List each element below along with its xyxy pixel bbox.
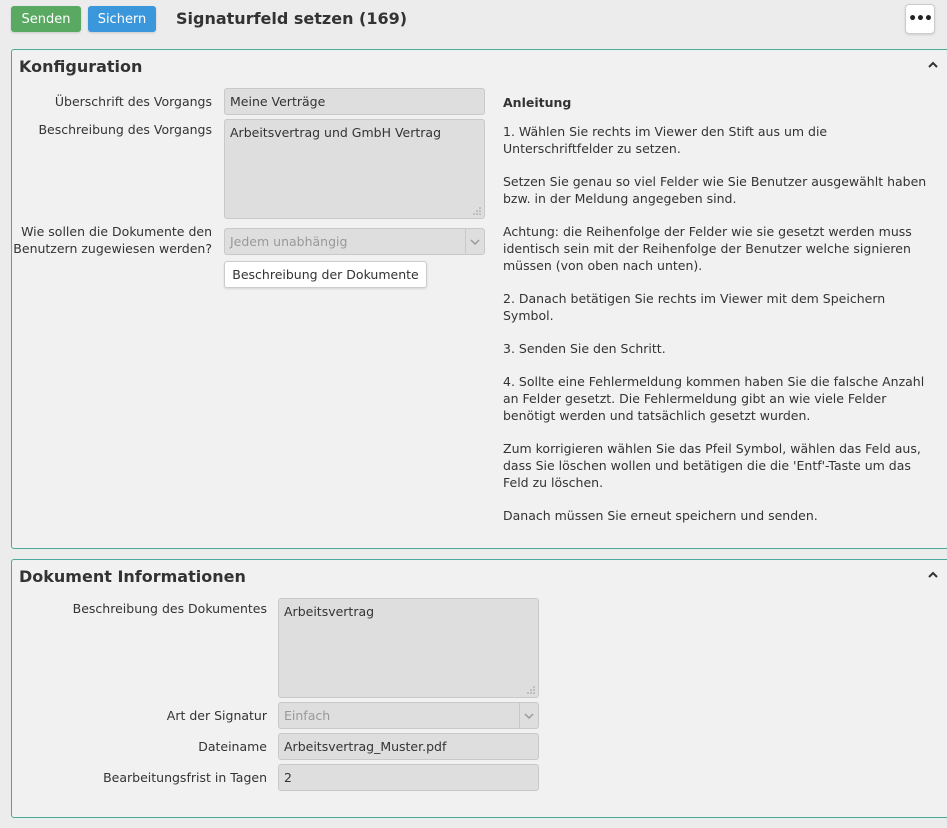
send-button[interactable]: Senden [11,6,81,32]
anleitung-block: Anleitung 1. Wählen Sie rechts im Viewer… [503,94,933,540]
signatur-value: Einfach [284,708,331,723]
chevron-down-icon [465,229,484,254]
beschreibung-dokument-value: Arbeitsvertrag [284,604,375,619]
anleitung-paragraph: Setzen Sie genau so viel Felder wie Sie … [503,174,927,206]
signatur-select[interactable]: Einfach [278,702,539,729]
signatur-label: Art der Signatur [166,708,267,723]
resize-grip-icon[interactable] [527,686,535,694]
beschreibung-vorgang-textarea[interactable]: Arbeitsvertrag und GmbH Vertrag [224,119,485,219]
anleitung-paragraph: 1. Wählen Sie rechts im Viewer den Stift… [503,124,828,156]
beschreibung-dokument-label: Beschreibung des Dokumentes [72,601,267,616]
save-button[interactable]: Sichern [88,6,156,32]
dateiname-label: Dateiname [198,739,267,754]
frist-input[interactable]: 2 [278,764,539,791]
anleitung-paragraph: Zum korrigieren wählen Sie das Pfeil Sym… [503,441,921,490]
chevron-up-icon[interactable] [926,568,940,582]
anleitung-paragraph: 3. Senden Sie den Schritt. [503,341,666,356]
beschreibung-vorgang-value: Arbeitsvertrag und GmbH Vertrag [230,125,442,140]
anleitung-paragraph: 2. Danach betätigen Sie rechts im Viewer… [503,291,886,323]
zuweisung-select[interactable]: Jedem unabhängig [224,228,485,255]
dokument-panel: Dokument Informationen Beschreibung des … [11,559,947,818]
zuweisung-label-line-2: Benutzern zugewiesen werden? [13,241,212,256]
frist-label: Bearbeitungsfrist in Tagen [103,770,267,785]
resize-grip-icon[interactable] [473,207,481,215]
page-title: Signaturfeld setzen (169) [176,9,408,28]
konfiguration-panel: Konfiguration Überschrift des Vorgangs M… [11,49,947,549]
chevron-up-icon[interactable] [926,58,940,72]
anleitung-paragraph: Achtung: die Reihenfolge der Felder wie … [503,224,912,273]
ueberschrift-input[interactable]: Meine Verträge [224,88,485,115]
beschreibung-dokument-textarea[interactable]: Arbeitsvertrag [278,598,539,698]
dateiname-input[interactable]: Arbeitsvertrag_Muster.pdf [278,733,539,760]
more-dots-icon: ••• [908,11,933,27]
more-options-button[interactable]: ••• [905,4,935,34]
anleitung-title: Anleitung [503,95,572,110]
beschreibung-vorgang-label: Beschreibung des Vorgangs [38,122,212,137]
chevron-down-icon [519,703,538,728]
zuweisung-label-line-1: Wie sollen die Dokumente den [21,224,212,239]
dokument-title: Dokument Informationen [19,567,246,586]
zuweisung-label: Wie sollen die Dokumente den Benutzern z… [12,223,212,257]
anleitung-paragraph: 4. Sollte eine Fehlermeldung kommen habe… [503,374,925,423]
beschreibung-dokumente-button[interactable]: Beschreibung der Dokumente [224,261,427,288]
ueberschrift-label: Überschrift des Vorgangs [54,94,212,109]
toolbar: Senden Sichern Signaturfeld setzen (169)… [0,0,947,42]
anleitung-paragraph: Danach müssen Sie erneut speichern und s… [503,508,818,523]
konfiguration-title: Konfiguration [19,57,143,76]
zuweisung-value: Jedem unabhängig [230,234,348,249]
